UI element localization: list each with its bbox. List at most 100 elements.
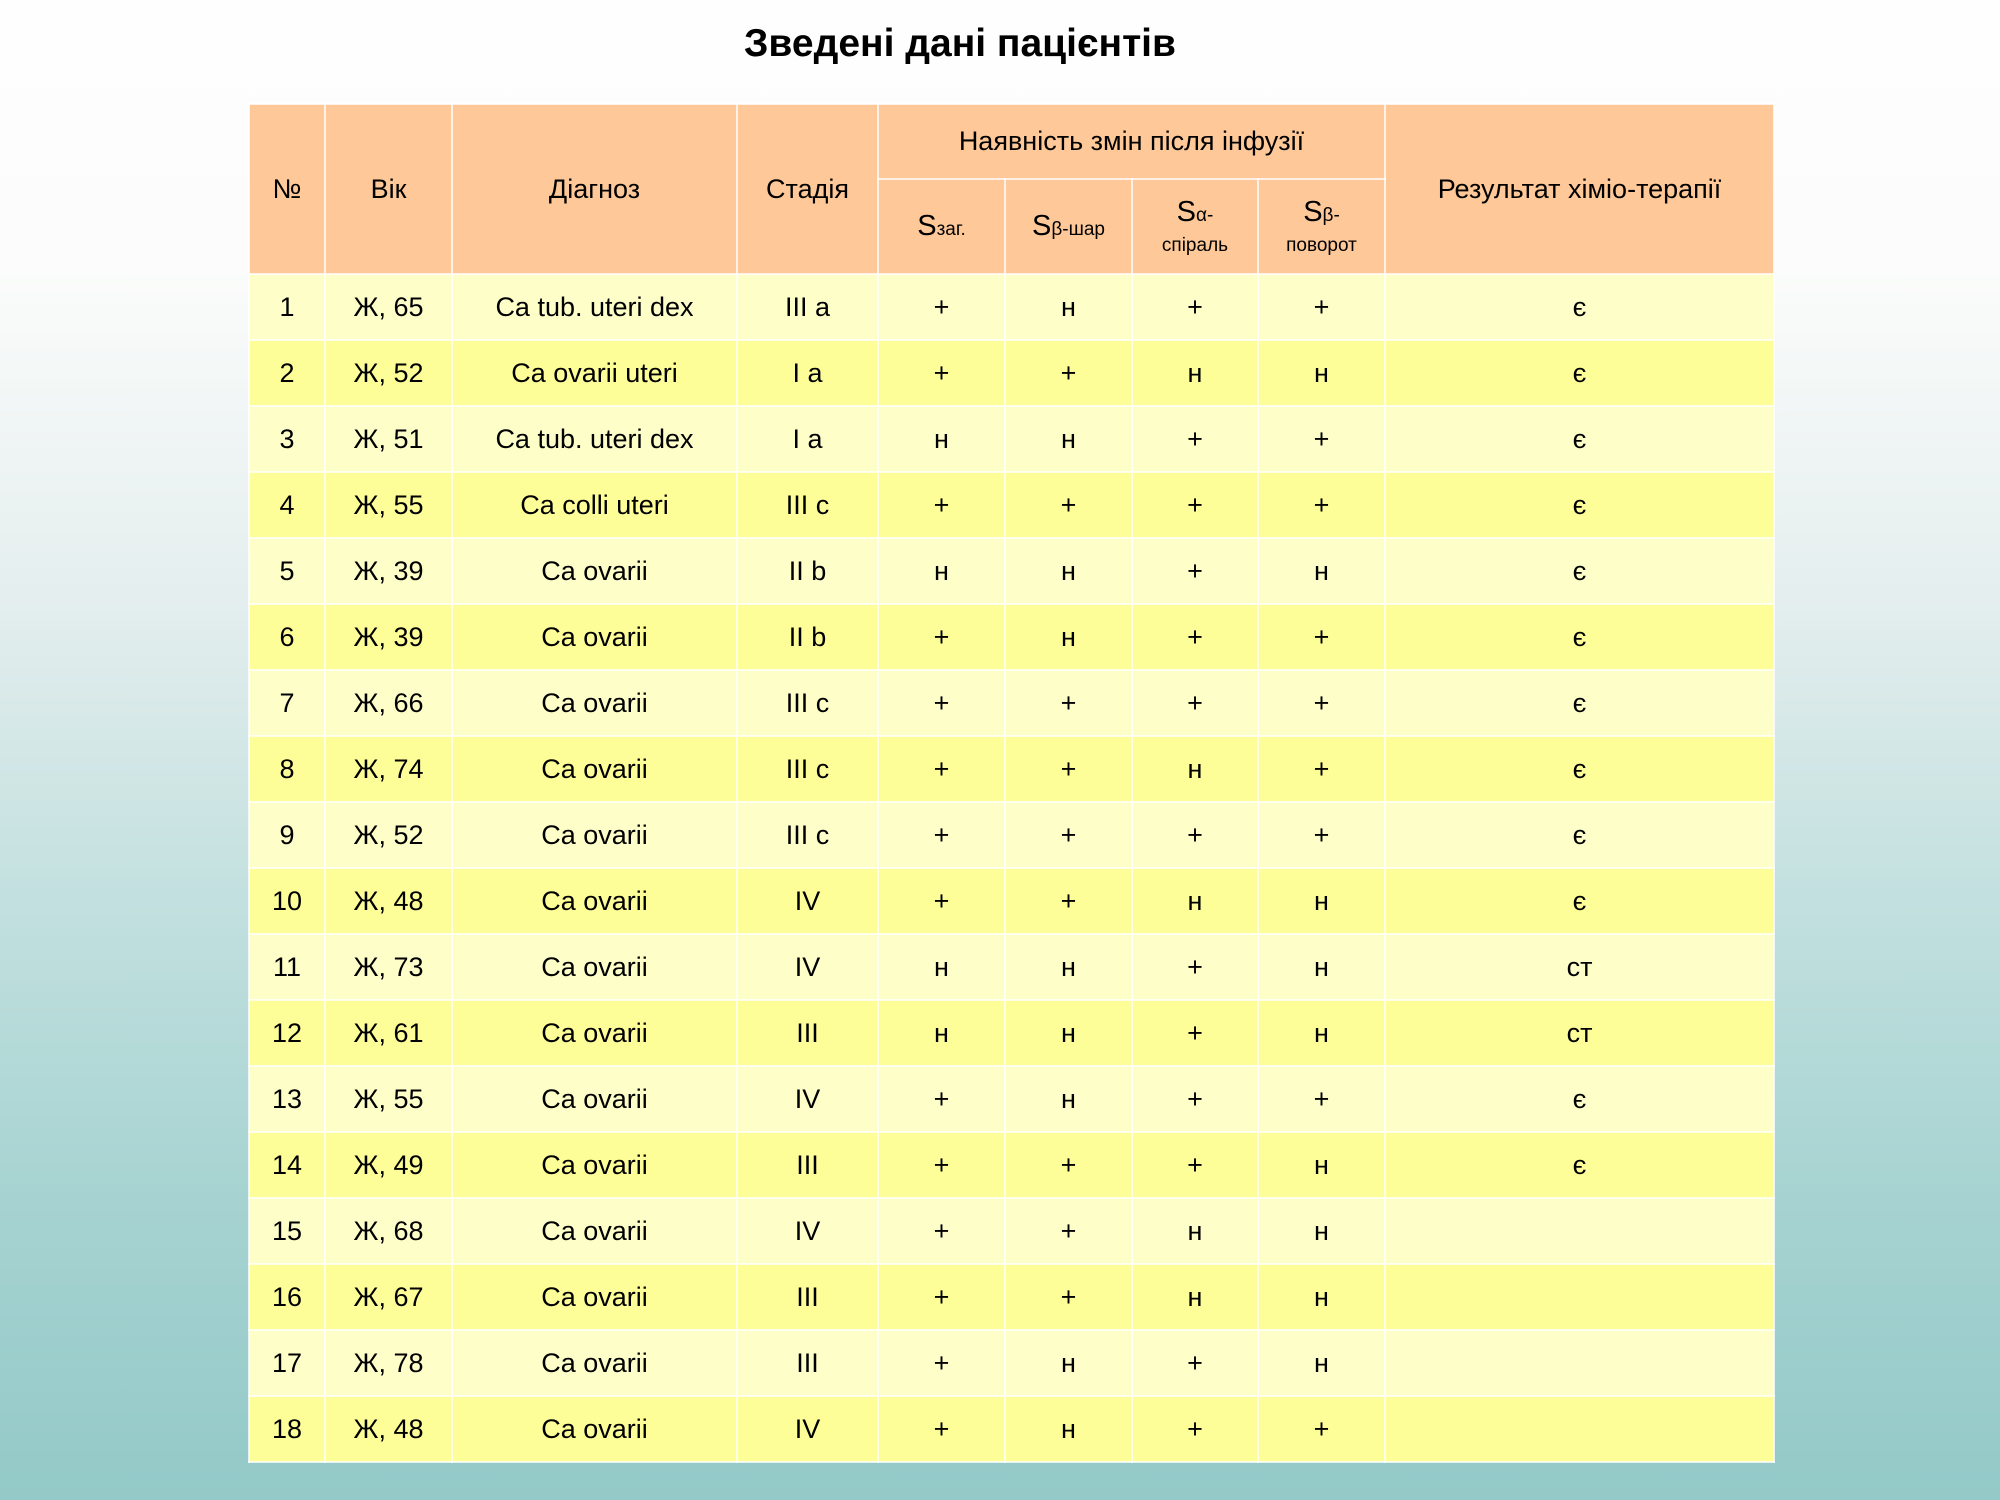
table-row: 18 Ж, 48 Ca ovarii IV + н + + <box>248 1395 1775 1463</box>
cell-s-beta-turn: н <box>1257 933 1386 1001</box>
cell-stage: III <box>736 1263 879 1331</box>
cell-diagnosis: Ca tub. uteri dex <box>451 273 738 341</box>
cell-age: Ж, 48 <box>324 867 453 935</box>
cell-s-beta-layer: + <box>1004 867 1133 935</box>
cell-stage: II b <box>736 537 879 605</box>
table-row: 12 Ж, 61 Ca ovarii III н н + н ст <box>248 999 1775 1067</box>
table-row: 8 Ж, 74 Ca ovarii III c + + н + є <box>248 735 1775 803</box>
header-s-total-main: S <box>917 210 937 242</box>
cell-stage: III <box>736 1329 879 1397</box>
cell-number: 9 <box>248 801 326 869</box>
cell-diagnosis: Ca ovarii <box>451 1197 738 1265</box>
cell-number: 2 <box>248 339 326 407</box>
cell-stage: III c <box>736 801 879 869</box>
cell-s-beta-layer: н <box>1004 1329 1133 1397</box>
cell-stage: I a <box>736 405 879 473</box>
cell-number: 4 <box>248 471 326 539</box>
cell-s-alpha-helix: + <box>1131 273 1259 341</box>
cell-s-total: н <box>877 933 1006 1001</box>
cell-diagnosis: Ca colli uteri <box>451 471 738 539</box>
cell-diagnosis: Ca ovarii <box>451 603 738 671</box>
table-row: 16 Ж, 67 Ca ovarii III + + н н <box>248 1263 1775 1331</box>
cell-s-total: + <box>877 471 1006 539</box>
cell-s-beta-layer: н <box>1004 603 1133 671</box>
cell-stage: I a <box>736 339 879 407</box>
cell-s-beta-layer: н <box>1004 273 1133 341</box>
cell-age: Ж, 67 <box>324 1263 453 1331</box>
cell-s-alpha-helix: н <box>1131 1197 1259 1265</box>
cell-diagnosis: Ca ovarii <box>451 1329 738 1397</box>
cell-s-total: + <box>877 735 1006 803</box>
cell-number: 10 <box>248 867 326 935</box>
cell-s-beta-turn: + <box>1257 405 1386 473</box>
cell-number: 13 <box>248 1065 326 1133</box>
cell-age: Ж, 52 <box>324 801 453 869</box>
cell-age: Ж, 74 <box>324 735 453 803</box>
header-diagnosis: Діагноз <box>451 103 738 275</box>
cell-stage: III c <box>736 471 879 539</box>
cell-diagnosis: Ca ovarii <box>451 801 738 869</box>
cell-age: Ж, 61 <box>324 999 453 1067</box>
table-row: 15 Ж, 68 Ca ovarii IV + + н н <box>248 1197 1775 1265</box>
cell-s-alpha-helix: н <box>1131 867 1259 935</box>
cell-diagnosis: Ca ovarii <box>451 1263 738 1331</box>
cell-result <box>1384 1395 1775 1463</box>
cell-stage: III <box>736 1131 879 1199</box>
cell-stage: II b <box>736 603 879 671</box>
cell-s-beta-layer: + <box>1004 669 1133 737</box>
cell-result: є <box>1384 735 1775 803</box>
cell-result: є <box>1384 537 1775 605</box>
table-header: № Вік Діагноз Стадія Наявність змін післ… <box>248 103 1775 275</box>
cell-result: є <box>1384 339 1775 407</box>
cell-age: Ж, 48 <box>324 1395 453 1463</box>
cell-s-total: + <box>877 339 1006 407</box>
cell-s-beta-turn: + <box>1257 1395 1386 1463</box>
cell-s-beta-turn: + <box>1257 273 1386 341</box>
cell-diagnosis: Ca ovarii <box>451 1065 738 1133</box>
cell-result: ст <box>1384 933 1775 1001</box>
cell-s-beta-layer: + <box>1004 1131 1133 1199</box>
cell-age: Ж, 39 <box>324 537 453 605</box>
cell-s-alpha-helix: + <box>1131 1395 1259 1463</box>
cell-s-total: + <box>877 1395 1006 1463</box>
cell-s-beta-turn: + <box>1257 471 1386 539</box>
cell-s-beta-layer: н <box>1004 999 1133 1067</box>
patient-summary-table: № Вік Діагноз Стадія Наявність змін післ… <box>248 103 1775 1463</box>
header-s-beta-turn-sub1: β- <box>1322 205 1340 227</box>
table-row: 5 Ж, 39 Ca ovarii II b н н + н є <box>248 537 1775 605</box>
cell-number: 11 <box>248 933 326 1001</box>
cell-s-total: н <box>877 537 1006 605</box>
cell-stage: IV <box>736 1065 879 1133</box>
cell-s-beta-layer: н <box>1004 1395 1133 1463</box>
cell-diagnosis: Ca tub. uteri dex <box>451 405 738 473</box>
cell-number: 18 <box>248 1395 326 1463</box>
cell-s-alpha-helix: + <box>1131 1131 1259 1199</box>
cell-diagnosis: Ca ovarii <box>451 735 738 803</box>
cell-s-total: + <box>877 1329 1006 1397</box>
cell-number: 3 <box>248 405 326 473</box>
header-s-beta-turn: Sβ- поворот <box>1257 178 1386 275</box>
cell-age: Ж, 65 <box>324 273 453 341</box>
cell-result: є <box>1384 603 1775 671</box>
table-row: 14 Ж, 49 Ca ovarii III + + + н є <box>248 1131 1775 1199</box>
cell-number: 1 <box>248 273 326 341</box>
cell-s-beta-turn: н <box>1257 867 1386 935</box>
cell-result: є <box>1384 471 1775 539</box>
cell-s-beta-layer: н <box>1004 1065 1133 1133</box>
cell-diagnosis: Ca ovarii <box>451 537 738 605</box>
cell-stage: IV <box>736 933 879 1001</box>
cell-stage: III c <box>736 735 879 803</box>
cell-s-beta-layer: + <box>1004 471 1133 539</box>
header-s-beta-layer-sub: β-шар <box>1051 219 1105 240</box>
cell-diagnosis: Ca ovarii <box>451 1131 738 1199</box>
cell-result: є <box>1384 801 1775 869</box>
cell-result: ст <box>1384 999 1775 1067</box>
cell-s-alpha-helix: + <box>1131 933 1259 1001</box>
cell-number: 16 <box>248 1263 326 1331</box>
cell-s-alpha-helix: + <box>1131 999 1259 1067</box>
cell-s-alpha-helix: + <box>1131 669 1259 737</box>
cell-s-total: н <box>877 405 1006 473</box>
cell-s-beta-turn: н <box>1257 1263 1386 1331</box>
cell-age: Ж, 55 <box>324 1065 453 1133</box>
cell-diagnosis: Ca ovarii <box>451 933 738 1001</box>
